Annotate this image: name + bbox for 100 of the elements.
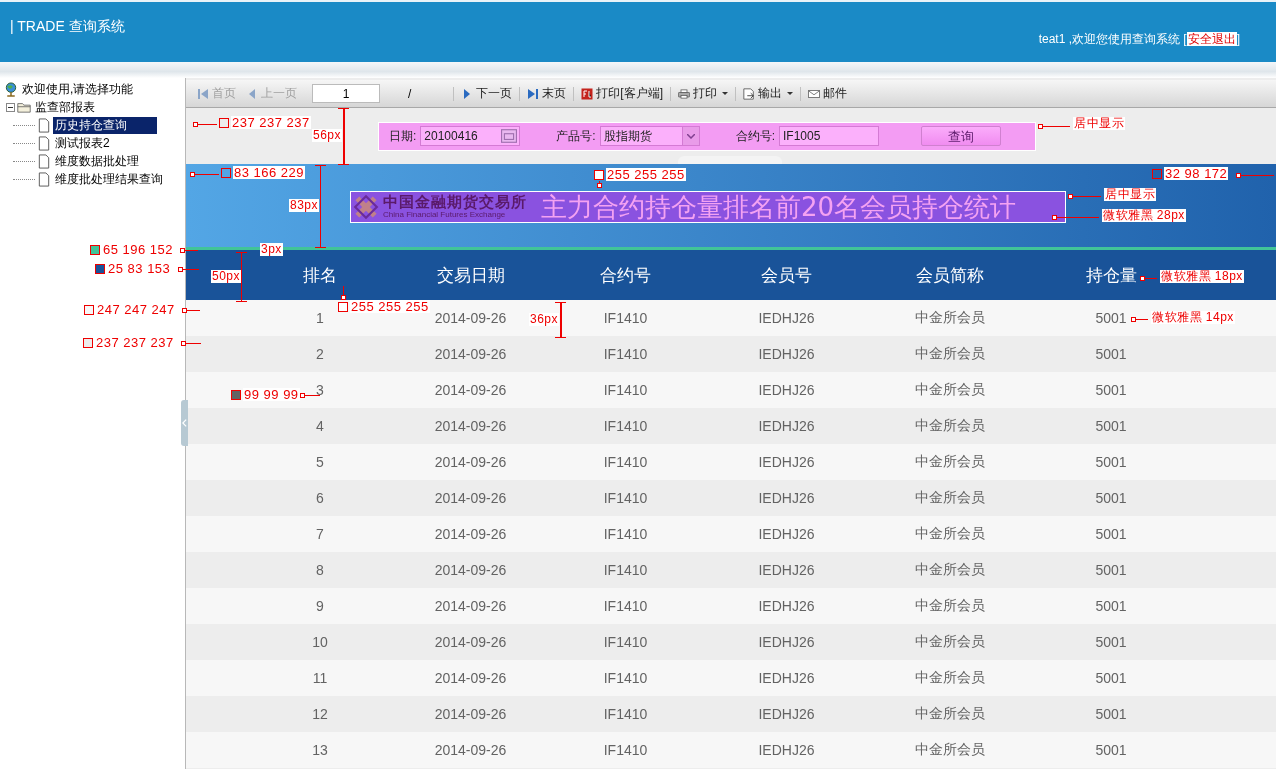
annotation-note: 居中显示 (1104, 188, 1156, 201)
table-cell: IEDHJ26 (758, 598, 815, 614)
table-cell: 中金所会员 (915, 633, 985, 651)
tree-item[interactable]: 历史持仓查询 (53, 116, 157, 134)
table-cell: 9 (316, 598, 324, 614)
table-cell: IF1410 (603, 526, 648, 542)
table-cell: 中金所会员 (915, 525, 985, 543)
table-row[interactable]: 5 2014-09-26 IF1410 IEDHJ26 中金所会员 5001 (186, 444, 1276, 480)
first-page-icon (197, 87, 209, 100)
field-label: 日期: (389, 127, 417, 145)
toolbar-button[interactable]: 末页 (522, 83, 572, 104)
table-cell: 5 (316, 454, 324, 470)
toolbar-button[interactable]: 邮件 (803, 83, 852, 104)
date-field[interactable]: 20100416 (420, 126, 521, 146)
table-cell: IEDHJ26 (758, 706, 815, 722)
table-cell: IF1410 (603, 706, 648, 722)
product-select[interactable]: 股指期货 (599, 126, 700, 146)
color-value-label: 83 166 229 (233, 166, 306, 179)
table-cell: 2014-09-26 (434, 382, 507, 398)
page-number-field[interactable]: 1 (312, 84, 380, 103)
table-cell: 中金所会员 (915, 309, 985, 327)
color-value-label: 65 196 152 (102, 243, 175, 256)
calendar-icon[interactable] (501, 129, 518, 143)
table-cell: 4 (316, 418, 324, 434)
tree-item[interactable]: 维度数据批处理 (53, 152, 141, 170)
tree-item[interactable]: 维度批处理结果查询 (53, 170, 165, 188)
contract-field[interactable]: IF1005 (779, 126, 880, 146)
toolbar-button[interactable]: 打印[客户端] (576, 83, 668, 104)
table-cell: 中金所会员 (915, 705, 985, 723)
table-cell: 2014-09-26 (434, 706, 507, 722)
logout-link[interactable]: 安全退出 (1186, 32, 1237, 46)
table-cell: 13 (312, 742, 328, 758)
annotation-note: 微软雅黑 18px (1160, 270, 1244, 283)
table-cell: 2014-09-26 (434, 562, 507, 578)
table-cell: 7 (316, 526, 324, 542)
caret-icon (787, 91, 793, 96)
document-icon (37, 117, 51, 133)
annotation-note: 微软雅黑 28px (1102, 209, 1186, 222)
table-cell: 2014-09-26 (434, 634, 507, 650)
table-cell: IEDHJ26 (758, 562, 815, 578)
color-value-label: 255 255 255 (606, 168, 686, 181)
column-header[interactable]: 交易日期 (436, 263, 505, 287)
tree-root-label[interactable]: 欢迎使用,请选择功能 (20, 80, 136, 98)
table-cell: IEDHJ26 (758, 454, 815, 470)
collapse-handle[interactable] (181, 400, 188, 446)
table-row[interactable]: 13 2014-09-26 IF1410 IEDHJ26 中金所会员 5001 (186, 732, 1276, 768)
column-header[interactable]: 合约号 (600, 263, 651, 287)
toolbar-button[interactable]: 输出 (738, 83, 798, 104)
table-cell: 5001 (1095, 310, 1127, 326)
color-value-label: 247 247 247 (96, 303, 176, 316)
table-cell: IEDHJ26 (758, 382, 815, 398)
color-value-label: 255 255 255 (350, 300, 430, 313)
table-cell: IEDHJ26 (758, 346, 815, 362)
caret-icon (722, 91, 728, 96)
collapse-toggle[interactable] (6, 102, 15, 112)
table-cell: IEDHJ26 (758, 310, 815, 326)
table-cell: 1 (316, 310, 324, 326)
toolbar-button[interactable]: 下一页 (456, 83, 518, 104)
table-cell: 2014-09-26 (434, 346, 507, 362)
column-header[interactable]: 持仓量 (1085, 263, 1137, 287)
table-cell: IF1410 (603, 346, 648, 362)
color-value-label: 32 98 172 (1164, 167, 1229, 180)
tree-item[interactable]: 测试报表2 (53, 134, 112, 152)
table-cell: IEDHJ26 (758, 742, 815, 758)
toolbar-button[interactable]: 打印 (673, 83, 733, 104)
page-separator: / (408, 86, 412, 101)
color-value-label: 99 99 99 (243, 388, 300, 401)
table-cell: IEDHJ26 (758, 418, 815, 434)
document-icon (37, 135, 51, 151)
table-cell: 2 (316, 346, 324, 362)
table-cell: 中金所会员 (915, 417, 985, 435)
table-cell: 中金所会员 (915, 489, 985, 507)
table-cell: 中金所会员 (915, 453, 985, 471)
dimension-label: 83px (289, 199, 320, 212)
table-row[interactable]: 7 2014-09-26 IF1410 IEDHJ26 中金所会员 5001 (186, 516, 1276, 552)
table-cell: 5001 (1095, 634, 1127, 650)
table-cell: 5001 (1095, 562, 1127, 578)
mail-icon (808, 87, 820, 100)
table-cell: IEDHJ26 (758, 634, 815, 650)
table-cell: IEDHJ26 (758, 490, 815, 506)
organization-name: 中国金融期货交易所 (383, 195, 527, 210)
table-cell: 5001 (1095, 346, 1127, 362)
table-row[interactable]: 9 2014-09-26 IF1410 IEDHJ26 中金所会员 5001 (186, 588, 1276, 624)
field-label: 合约号: (735, 127, 776, 145)
color-value-label: 237 237 237 (95, 336, 175, 349)
annotation-note: 居中显示 (1073, 117, 1125, 130)
column-header[interactable]: 会员号 (761, 263, 812, 287)
column-header[interactable]: 会员简称 (916, 263, 984, 287)
table-cell: 5001 (1095, 670, 1127, 686)
column-header[interactable]: 排名 (303, 263, 337, 287)
tree-folder-label[interactable]: 监查部报表 (33, 98, 97, 116)
dimension-label: 50px (211, 270, 242, 283)
document-icon (37, 153, 51, 169)
table-cell: 8 (316, 562, 324, 578)
dimension-label: 36px (529, 313, 560, 326)
table-cell: 5001 (1095, 526, 1127, 542)
table-row[interactable]: 11 2014-09-26 IF1410 IEDHJ26 中金所会员 5001 (186, 660, 1276, 696)
query-button[interactable]: 查询 (921, 126, 1002, 146)
table-cell: 中金所会员 (915, 345, 985, 363)
dropdown-icon[interactable] (681, 127, 699, 145)
